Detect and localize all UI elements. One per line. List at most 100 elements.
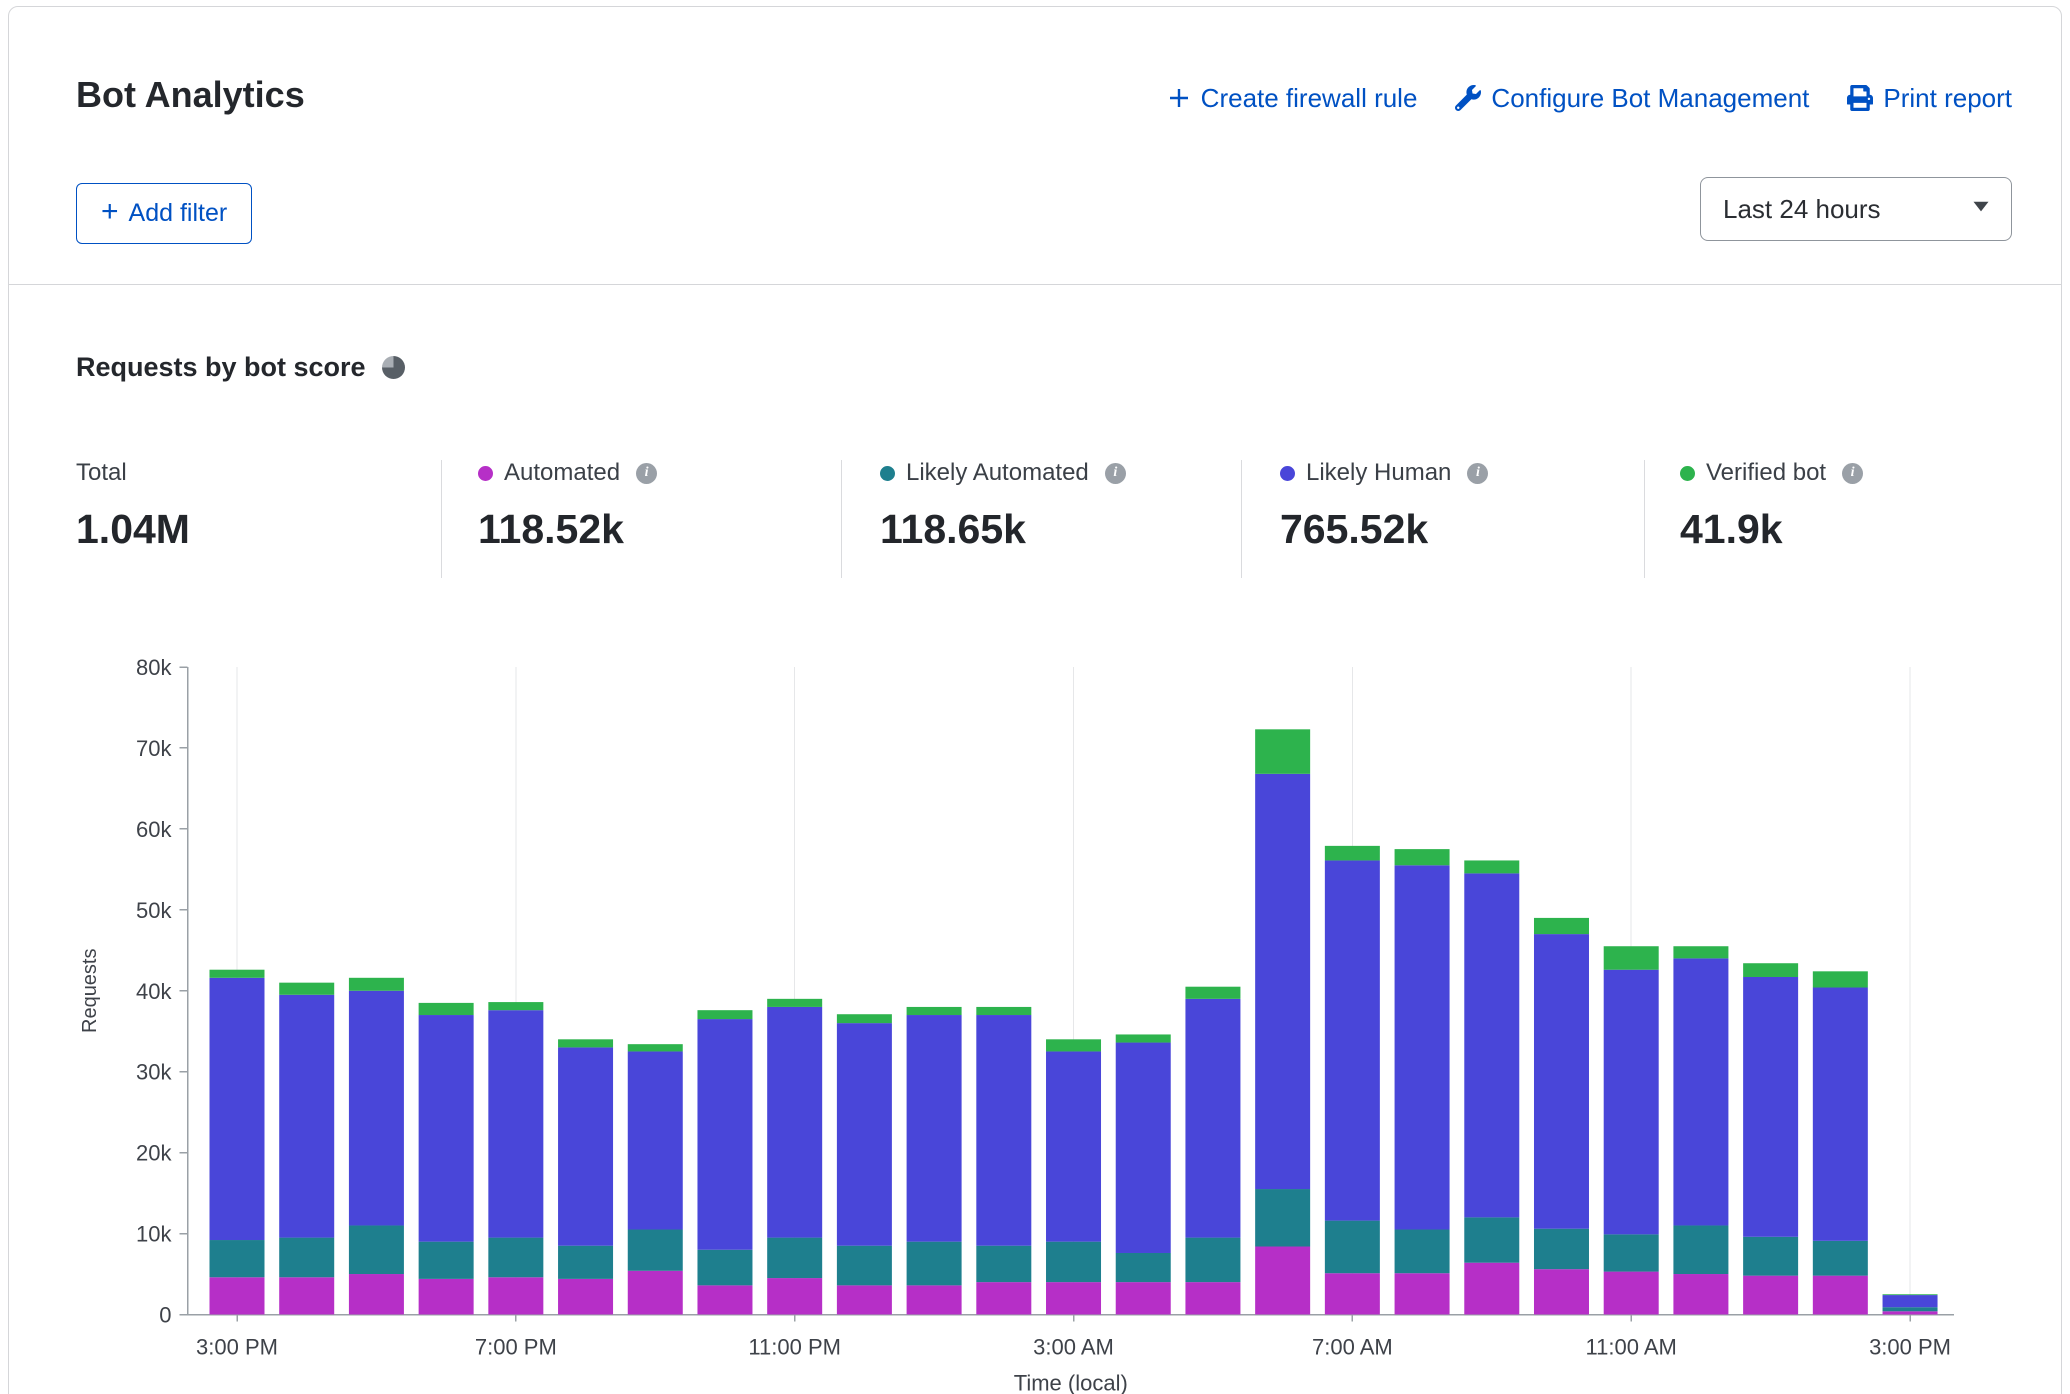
bar-segment-automated	[349, 1274, 404, 1314]
bar-segment-verified-bot	[1813, 971, 1868, 987]
bar-segment-likely-automated	[1255, 1189, 1310, 1246]
bar-segment-verified-bot	[1325, 846, 1380, 861]
verified-bot-dot	[1680, 466, 1695, 481]
stat-label: Automated	[504, 459, 620, 487]
bar-segment-likely-automated	[349, 1225, 404, 1274]
stat-divider	[1241, 460, 1242, 578]
stat-verified-bot: Verified bot i 41.9k	[1680, 458, 1863, 553]
bar-segment-automated	[1743, 1276, 1798, 1315]
bar-segment-verified-bot	[1883, 1294, 1938, 1295]
bar-segment-verified-bot	[1604, 946, 1659, 969]
info-icon[interactable]: i	[636, 463, 657, 484]
x-tick-label: 3:00 PM	[1869, 1335, 1951, 1360]
x-tick-label: 7:00 AM	[1312, 1335, 1393, 1360]
plus-icon	[1167, 86, 1191, 110]
bar-segment-automated	[837, 1285, 892, 1314]
add-filter-label: Add filter	[129, 199, 228, 228]
bar-segment-verified-bot	[1395, 849, 1450, 865]
bar-segment-likely-automated	[1395, 1230, 1450, 1274]
bar-segment-automated	[1185, 1282, 1240, 1314]
bar-segment-likely-human	[1673, 958, 1728, 1225]
bar-segment-verified-bot	[976, 1007, 1031, 1015]
time-range-value: Last 24 hours	[1723, 194, 1881, 225]
create-firewall-rule-link[interactable]: Create firewall rule	[1167, 83, 1418, 114]
stat-label: Likely Human	[1306, 459, 1451, 487]
stat-label: Verified bot	[1706, 459, 1826, 487]
bar-segment-automated	[1116, 1282, 1171, 1314]
bar-segment-verified-bot	[488, 1002, 543, 1010]
likely-automated-dot	[880, 466, 895, 481]
printer-icon	[1847, 85, 1873, 111]
bar-segment-likely-human	[349, 991, 404, 1226]
bar-segment-automated	[419, 1279, 474, 1315]
y-tick-label: 40k	[136, 979, 172, 1004]
bar-segment-automated	[697, 1285, 752, 1314]
bar-segment-likely-human	[488, 1010, 543, 1237]
section-title: Requests by bot score	[76, 352, 366, 383]
likely-human-dot	[1280, 466, 1295, 481]
bar-segment-verified-bot	[419, 1003, 474, 1015]
bar-segment-automated	[767, 1278, 822, 1314]
configure-bot-management-link[interactable]: Configure Bot Management	[1455, 83, 1809, 114]
stat-value: 765.52k	[1280, 506, 1488, 553]
bar-segment-likely-automated	[628, 1230, 683, 1271]
bar-segment-likely-human	[837, 1023, 892, 1246]
bar-segment-verified-bot	[1534, 918, 1589, 934]
stat-value: 118.65k	[880, 506, 1126, 553]
bar-segment-automated	[1255, 1247, 1310, 1315]
pie-chart-icon[interactable]	[382, 356, 405, 379]
info-icon[interactable]: i	[1842, 463, 1863, 484]
stat-value: 41.9k	[1680, 506, 1863, 553]
bar-segment-automated	[628, 1271, 683, 1315]
bar-segment-likely-human	[1116, 1043, 1171, 1253]
action-link-label: Create firewall rule	[1201, 83, 1418, 114]
bar-segment-likely-human	[697, 1019, 752, 1250]
y-axis-title: Requests	[79, 949, 101, 1034]
bar-segment-likely-automated	[210, 1240, 265, 1277]
header-divider	[9, 284, 2061, 285]
bar-segment-likely-automated	[419, 1242, 474, 1279]
stat-likely-automated: Likely Automated i 118.65k	[880, 458, 1126, 553]
bar-segment-likely-automated	[976, 1246, 1031, 1282]
info-icon[interactable]: i	[1467, 463, 1488, 484]
bar-segment-automated	[210, 1277, 265, 1314]
bar-segment-verified-bot	[1673, 946, 1728, 958]
y-tick-label: 80k	[136, 655, 172, 680]
y-tick-label: 50k	[136, 898, 172, 923]
x-tick-label: 3:00 AM	[1033, 1335, 1114, 1360]
bar-segment-likely-automated	[1534, 1229, 1589, 1269]
y-tick-label: 10k	[136, 1222, 172, 1247]
x-tick-label: 3:00 PM	[196, 1335, 278, 1360]
bot-analytics-page: Bot Analytics Create firewall rule Confi…	[0, 0, 2070, 1394]
bar-segment-likely-human	[419, 1015, 474, 1242]
time-range-select[interactable]: Last 24 hours	[1700, 177, 2012, 241]
stat-label: Total	[76, 459, 127, 487]
y-tick-label: 60k	[136, 817, 172, 842]
bar-segment-likely-human	[1185, 999, 1240, 1238]
header-actions: Create firewall rule Configure Bot Manag…	[1167, 72, 2012, 124]
bar-segment-likely-automated	[907, 1242, 962, 1286]
bar-segment-verified-bot	[1743, 963, 1798, 977]
bar-segment-verified-bot	[1255, 729, 1310, 774]
add-filter-button[interactable]: + Add filter	[76, 183, 252, 244]
stat-value: 1.04M	[76, 506, 190, 553]
bar-segment-automated	[1813, 1276, 1868, 1315]
section-title-row: Requests by bot score	[76, 352, 405, 383]
print-report-link[interactable]: Print report	[1847, 83, 2012, 114]
bar-segment-likely-automated	[1046, 1242, 1101, 1282]
bar-segment-likely-automated	[558, 1246, 613, 1279]
bar-segment-verified-bot	[1185, 987, 1240, 999]
y-tick-label: 70k	[136, 736, 172, 761]
y-tick-label: 30k	[136, 1060, 172, 1085]
bar-segment-likely-automated	[1743, 1237, 1798, 1276]
bar-segment-automated	[1673, 1274, 1728, 1314]
bar-segment-verified-bot	[628, 1044, 683, 1051]
bar-segment-likely-human	[1743, 977, 1798, 1237]
bar-segment-likely-automated	[1464, 1217, 1519, 1262]
bar-segment-automated	[1883, 1311, 1938, 1314]
bar-segment-likely-automated	[279, 1238, 334, 1278]
info-icon[interactable]: i	[1105, 463, 1126, 484]
bar-segment-verified-bot	[349, 978, 404, 991]
bar-segment-automated	[488, 1277, 543, 1314]
bar-segment-likely-human	[1255, 774, 1310, 1189]
